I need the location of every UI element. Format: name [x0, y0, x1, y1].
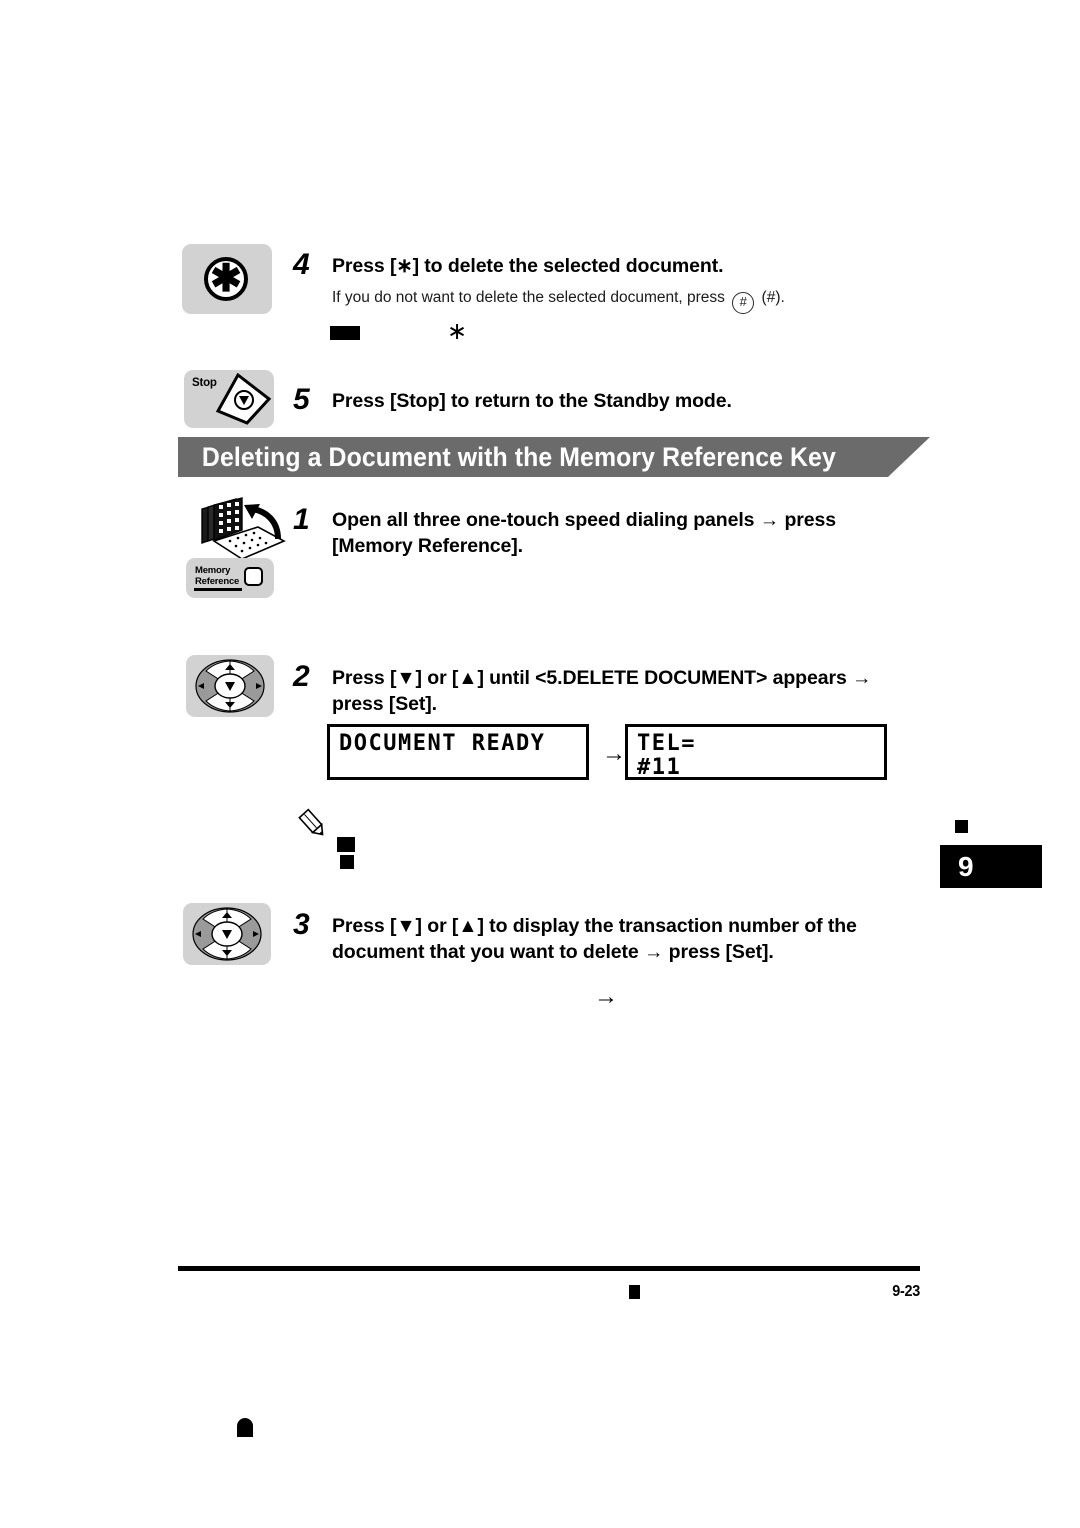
memory-reference-button-shape — [244, 567, 263, 586]
lcd-transition-arrow: → — [602, 740, 626, 767]
lcd-right-line1: TEL= — [637, 731, 696, 756]
memory-reference-label-line1: Memory — [195, 565, 231, 576]
step-title-3: Press [▼] or [▲] to display the transact… — [332, 915, 857, 963]
step-title-2: Press [▼] or [▲] until <5.DELETE DOCUMEN… — [332, 667, 872, 715]
chapter-tab-number: 9 — [958, 850, 974, 882]
step-number-5: 5 — [293, 383, 310, 416]
step-number-1: 1 — [293, 503, 310, 536]
lcd-right-line2: #11 — [637, 755, 682, 780]
section-banner: Deleting a Document with the Memory Refe… — [178, 437, 930, 477]
step-number-3: 3 — [293, 908, 310, 941]
footer-divider — [178, 1266, 920, 1271]
stop-key-icon: Stop — [184, 370, 274, 428]
speed-dial-panels-icon — [201, 497, 286, 560]
chapter-tab-mark — [955, 820, 968, 833]
lcd-display-left: DOCUMENT READY — [327, 724, 589, 780]
step-title-1: Open all three one-touch speed dialing p… — [332, 509, 836, 557]
chapter-tab: 9 — [940, 845, 1042, 888]
step-number-2: 2 — [293, 660, 310, 693]
page-number: 9-23 — [892, 1283, 920, 1300]
section-banner-tail — [888, 437, 930, 477]
arrow-pad-key-icon-step2 — [186, 655, 274, 717]
arrow-pad-icon — [192, 907, 262, 961]
step-body-4: If you do not want to delete the selecte… — [332, 287, 892, 314]
stop-key-shape — [215, 373, 272, 425]
memory-reference-underline — [194, 588, 242, 591]
asterisk-key-icon: ✱ — [182, 244, 272, 314]
step-title-5: Press [Stop] to return to the Standby mo… — [332, 390, 732, 412]
note-bullet-2 — [340, 855, 354, 869]
note-bullet-1 — [337, 837, 355, 852]
arrow-pad-icon — [195, 659, 265, 713]
lcd-display-right: TEL= #11 — [625, 724, 887, 780]
memory-reference-key-icon: Memory Reference — [186, 558, 274, 598]
step-body-4-text: If you do not want to delete the selecte… — [332, 289, 725, 306]
memory-reference-label-line2: Reference — [195, 576, 240, 587]
pencil-note-icon — [298, 808, 324, 836]
lcd-left-line1: DOCUMENT READY — [339, 731, 546, 756]
memory-reference-key-label: Memory Reference — [195, 565, 239, 587]
asterisk-glyph-inline: ∗ — [447, 318, 468, 345]
step-number-4: 4 — [293, 248, 310, 281]
hash-circle-icon: # — [732, 292, 755, 314]
arrow-pad-key-icon-step3 — [183, 903, 271, 965]
step-body-4-tail: (#). — [761, 289, 785, 306]
bottom-artifact-mark — [237, 1418, 253, 1437]
step-title-4: Press [∗] to delete the selected documen… — [332, 255, 724, 277]
standalone-arrow-glyph: → — [594, 983, 618, 1010]
redacted-mark-1 — [330, 326, 360, 340]
asterisk-key-glyph: ✱ — [210, 258, 242, 300]
footer-mark — [629, 1285, 640, 1299]
section-banner-title: Deleting a Document with the Memory Refe… — [201, 441, 836, 472]
